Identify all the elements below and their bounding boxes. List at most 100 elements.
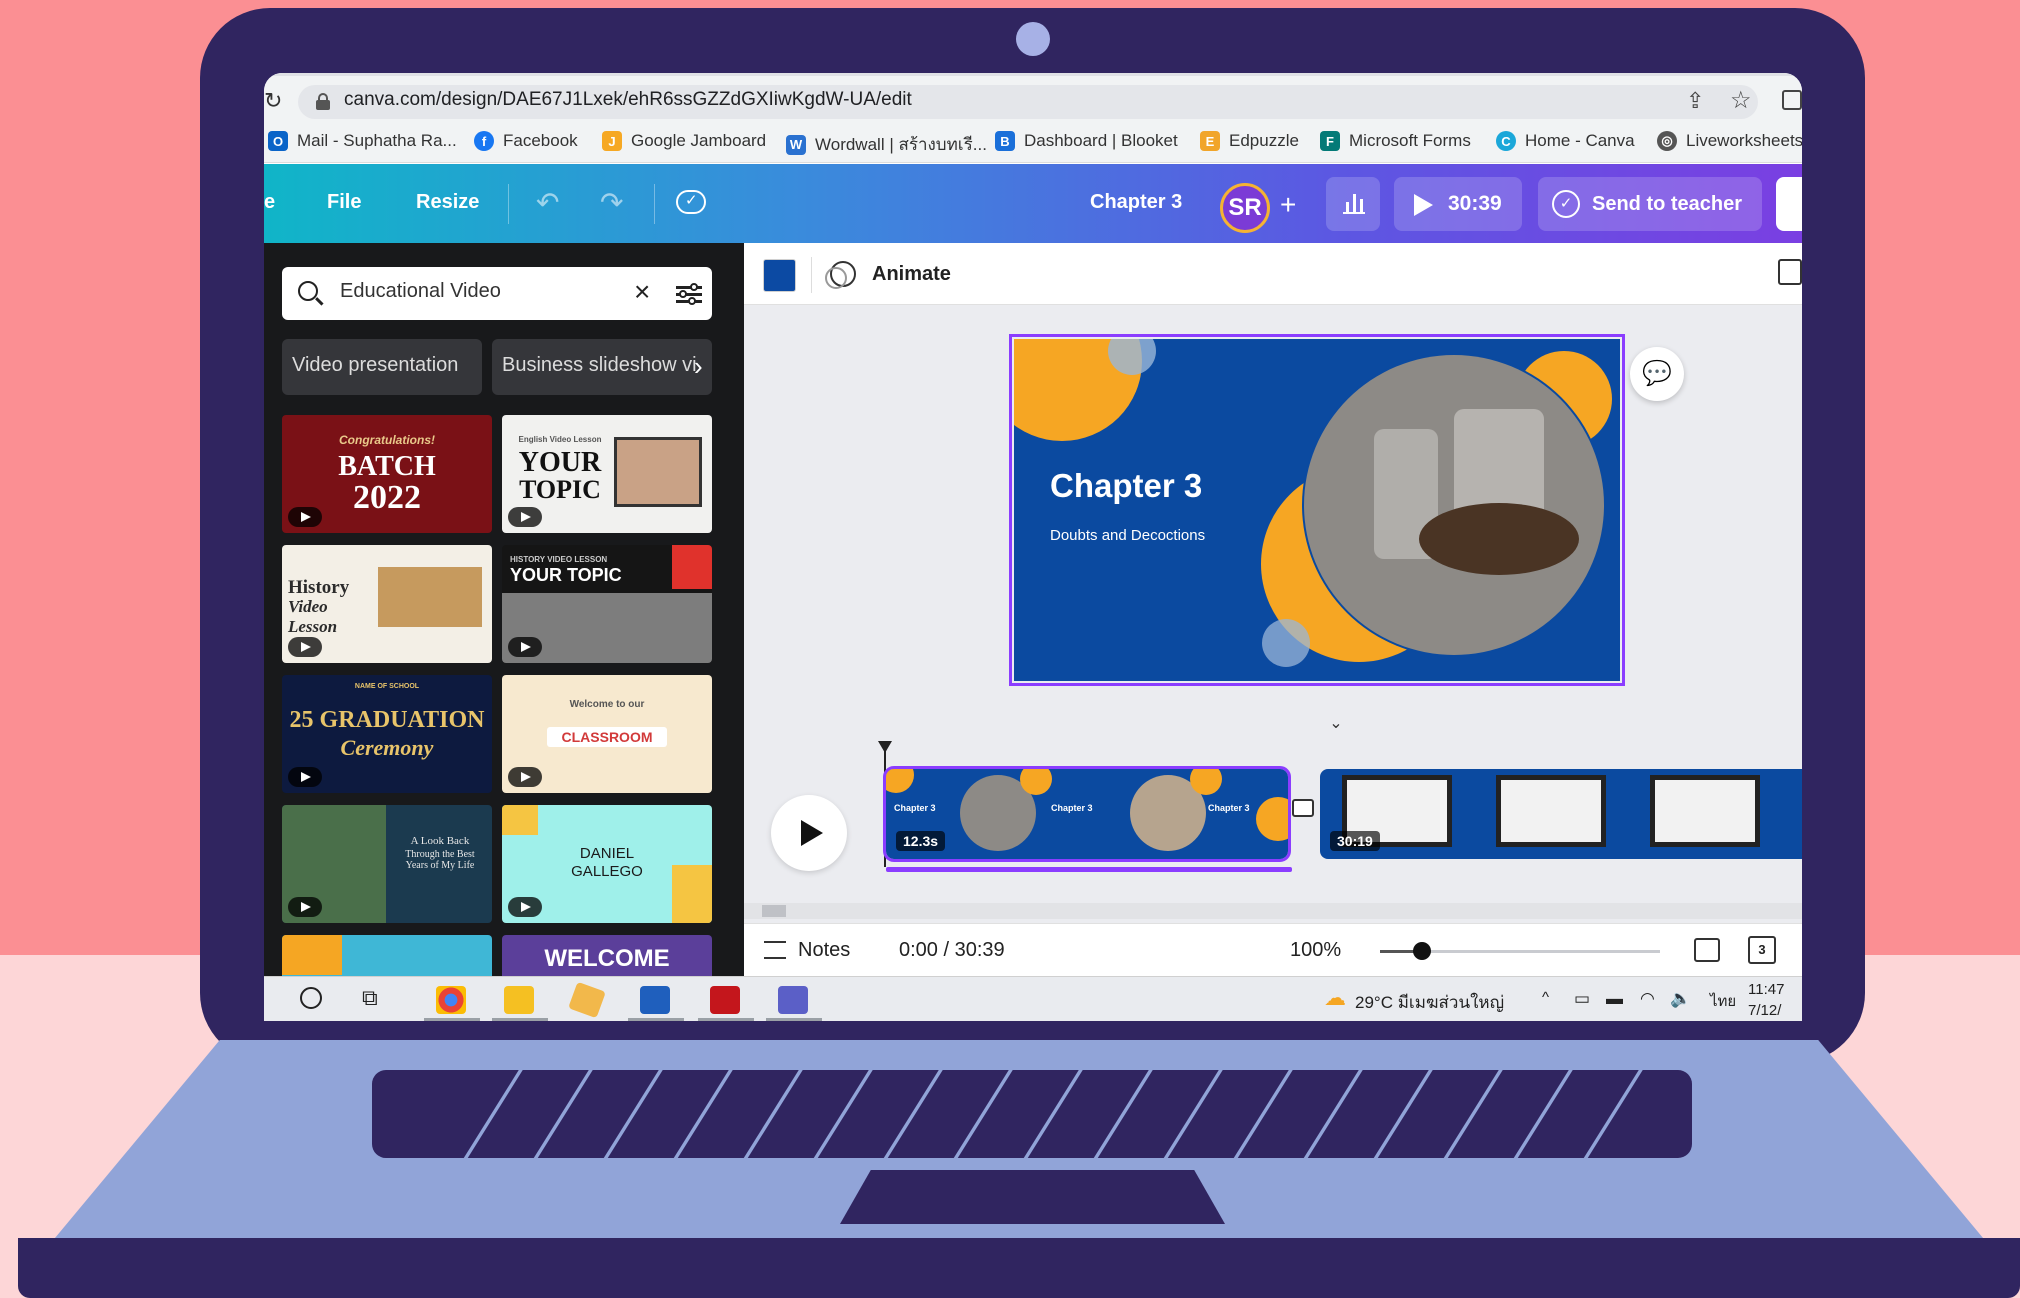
filter-sliders-icon[interactable] — [676, 282, 702, 306]
grid-view-icon[interactable] — [1694, 938, 1720, 962]
meet-icon[interactable]: ▭ — [1574, 989, 1590, 1009]
editor-footer: Notes 0:00 / 30:39 100% 3 — [744, 923, 1802, 976]
zoom-level[interactable]: 100% — [1290, 939, 1341, 962]
bookmark-star-icon[interactable]: ☆ — [1730, 86, 1752, 115]
template-history-video[interactable]: History Video Lesson — [282, 545, 492, 663]
bookmark-canva[interactable]: C Home - Canva — [1496, 131, 1635, 151]
close-icon[interactable]: × — [634, 276, 650, 308]
timeline-clip-2[interactable]: 30:19 — [1320, 769, 1802, 859]
file-explorer-icon[interactable] — [504, 986, 534, 1014]
color-picker[interactable] — [763, 259, 796, 292]
share-button[interactable] — [1776, 177, 1802, 231]
acrobat-icon[interactable] — [710, 986, 740, 1014]
wifi-icon[interactable]: ◠ — [1640, 989, 1655, 1009]
share-page-icon[interactable]: ⇪ — [1686, 88, 1704, 114]
template-caption: Congratulations! — [339, 433, 435, 447]
chevron-down-icon[interactable]: ⌄ — [1308, 713, 1364, 732]
language-indicator[interactable]: ไทย — [1710, 989, 1736, 1013]
facebook-icon: f — [474, 131, 494, 151]
transition-icon[interactable] — [1292, 799, 1314, 817]
lock-icon[interactable] — [316, 93, 330, 110]
app-lightning-icon[interactable] — [568, 981, 606, 1019]
search-circle-icon[interactable] — [300, 987, 322, 1009]
chevron-up-icon[interactable]: ^ — [1542, 989, 1549, 1006]
pages-count[interactable]: 3 — [1748, 936, 1776, 964]
animate-icon[interactable] — [825, 261, 856, 289]
editor-area: Animate Chapter 3 Doubts and Decoctions … — [744, 243, 1802, 976]
slide-canvas[interactable]: Chapter 3 Doubts and Decoctions — [1009, 334, 1625, 686]
bookmark-blooket[interactable]: B Dashboard | Blooket — [995, 131, 1178, 151]
template-blue[interactable] — [282, 935, 492, 976]
volume-icon[interactable]: 🔈 — [1670, 989, 1691, 1009]
cloud-saved-icon[interactable] — [676, 190, 706, 214]
redo-icon[interactable]: ↷ — [600, 186, 623, 219]
template-title: Video Lesson — [288, 597, 338, 636]
play-icon — [1414, 194, 1433, 216]
undo-icon[interactable]: ↶ — [536, 186, 559, 219]
slide-title[interactable]: Chapter 3 — [1050, 467, 1202, 505]
template-classroom[interactable]: Welcome to our CLASSROOM — [502, 675, 712, 793]
url-text[interactable]: canva.com/design/DAE67J1Lxek/ehR6ssGZZdG… — [344, 89, 912, 111]
timeline-clip-1[interactable]: Chapter 3 Chapter 3 Chapter 3 12.3s — [883, 766, 1291, 862]
bookmark-mail[interactable]: O Mail - Suphatha Ra... — [268, 131, 457, 151]
bookmark-facebook[interactable]: f Facebook — [474, 131, 578, 151]
monitor-frame — [1650, 775, 1760, 847]
task-view-icon[interactable]: ⧉ — [362, 985, 378, 1011]
bookmark-forms[interactable]: F Microsoft Forms — [1320, 131, 1471, 151]
menu-edge-label[interactable]: e — [264, 191, 275, 214]
clock[interactable]: 11:47 7/12/ — [1748, 979, 1784, 1021]
scrollbar-thumb[interactable] — [762, 905, 786, 917]
notes-icon[interactable] — [764, 941, 786, 959]
search-input[interactable] — [340, 280, 620, 303]
blooket-icon: B — [995, 131, 1015, 151]
play-button[interactable] — [771, 795, 847, 871]
chrome-icon[interactable] — [436, 986, 466, 1014]
notes-button[interactable]: Notes — [798, 939, 850, 962]
battery-icon[interactable]: ▬ — [1606, 989, 1623, 1009]
zoom-slider-knob[interactable] — [1413, 942, 1431, 960]
template-batch-2022[interactable]: Congratulations! BATCH 2022 — [282, 415, 492, 533]
timeline-scrollbar[interactable] — [744, 903, 1802, 919]
send-to-teacher-button[interactable]: ✓ Send to teacher — [1538, 177, 1762, 231]
animate-button[interactable]: Animate — [872, 263, 951, 286]
slide-subtitle[interactable]: Doubts and Decoctions — [1050, 527, 1205, 544]
word-icon[interactable] — [640, 986, 670, 1014]
weather-icon[interactable]: ☁ — [1324, 985, 1346, 1011]
add-page-icon[interactable] — [1778, 259, 1802, 285]
template-search[interactable]: × — [282, 267, 712, 320]
template-welcome[interactable]: WELCOME — [502, 935, 712, 976]
chip-business-slideshow[interactable]: Business slideshow vi — [492, 339, 712, 395]
template-accent — [672, 545, 712, 589]
bookmark-wordwall[interactable]: W Wordwall | สร้างบทเรี... — [786, 131, 987, 158]
bookmark-label: Edpuzzle — [1229, 131, 1299, 150]
video-play-icon — [288, 637, 322, 657]
chip-video-presentation[interactable]: Video presentation — [282, 339, 482, 395]
bookmark-label: Home - Canva — [1525, 131, 1635, 150]
wordwall-icon: W — [786, 134, 806, 155]
file-menu[interactable]: File — [327, 191, 361, 214]
template-your-topic[interactable]: English Video Lesson YOUR TOPIC — [502, 415, 712, 533]
avatar[interactable]: SR — [1220, 183, 1270, 233]
teams-icon[interactable] — [778, 986, 808, 1014]
bookmark-liveworksheets[interactable]: ◎ Liveworksheets — [1657, 131, 1802, 151]
bookmark-jamboard[interactable]: J Google Jamboard — [602, 131, 766, 151]
weather-text[interactable]: 29°C มีเมฆส่วนใหญ่ — [1355, 989, 1504, 1016]
insights-button[interactable] — [1326, 177, 1380, 231]
extensions-icon[interactable] — [1782, 90, 1802, 110]
template-title: 25 GRADUATION — [289, 707, 485, 733]
template-history-your-topic[interactable]: HISTORY VIDEO LESSON YOUR TOPIC — [502, 545, 712, 663]
add-comment-icon[interactable]: 💬 — [1630, 347, 1684, 401]
app-active-indicator — [492, 1018, 548, 1021]
reload-icon[interactable]: ↻ — [264, 88, 282, 114]
template-daniel-gallego[interactable]: DANIEL GALLEGO — [502, 805, 712, 923]
design-title[interactable]: Chapter 3 — [1090, 191, 1182, 214]
chevron-right-icon[interactable]: › — [694, 351, 703, 382]
add-collaborator-icon[interactable]: + — [1280, 189, 1296, 221]
clip-frame-title: Chapter 3 — [1051, 803, 1093, 813]
bookmark-edpuzzle[interactable]: E Edpuzzle — [1200, 131, 1299, 151]
resize-button[interactable]: Resize — [416, 191, 479, 214]
template-title: Through the Best Years of My Life — [405, 849, 475, 871]
present-button[interactable]: 30:39 — [1394, 177, 1522, 231]
template-graduation[interactable]: NAME OF SCHOOL 25 GRADUATION Ceremony — [282, 675, 492, 793]
template-look-back[interactable]: A Look Back Through the Best Years of My… — [282, 805, 492, 923]
